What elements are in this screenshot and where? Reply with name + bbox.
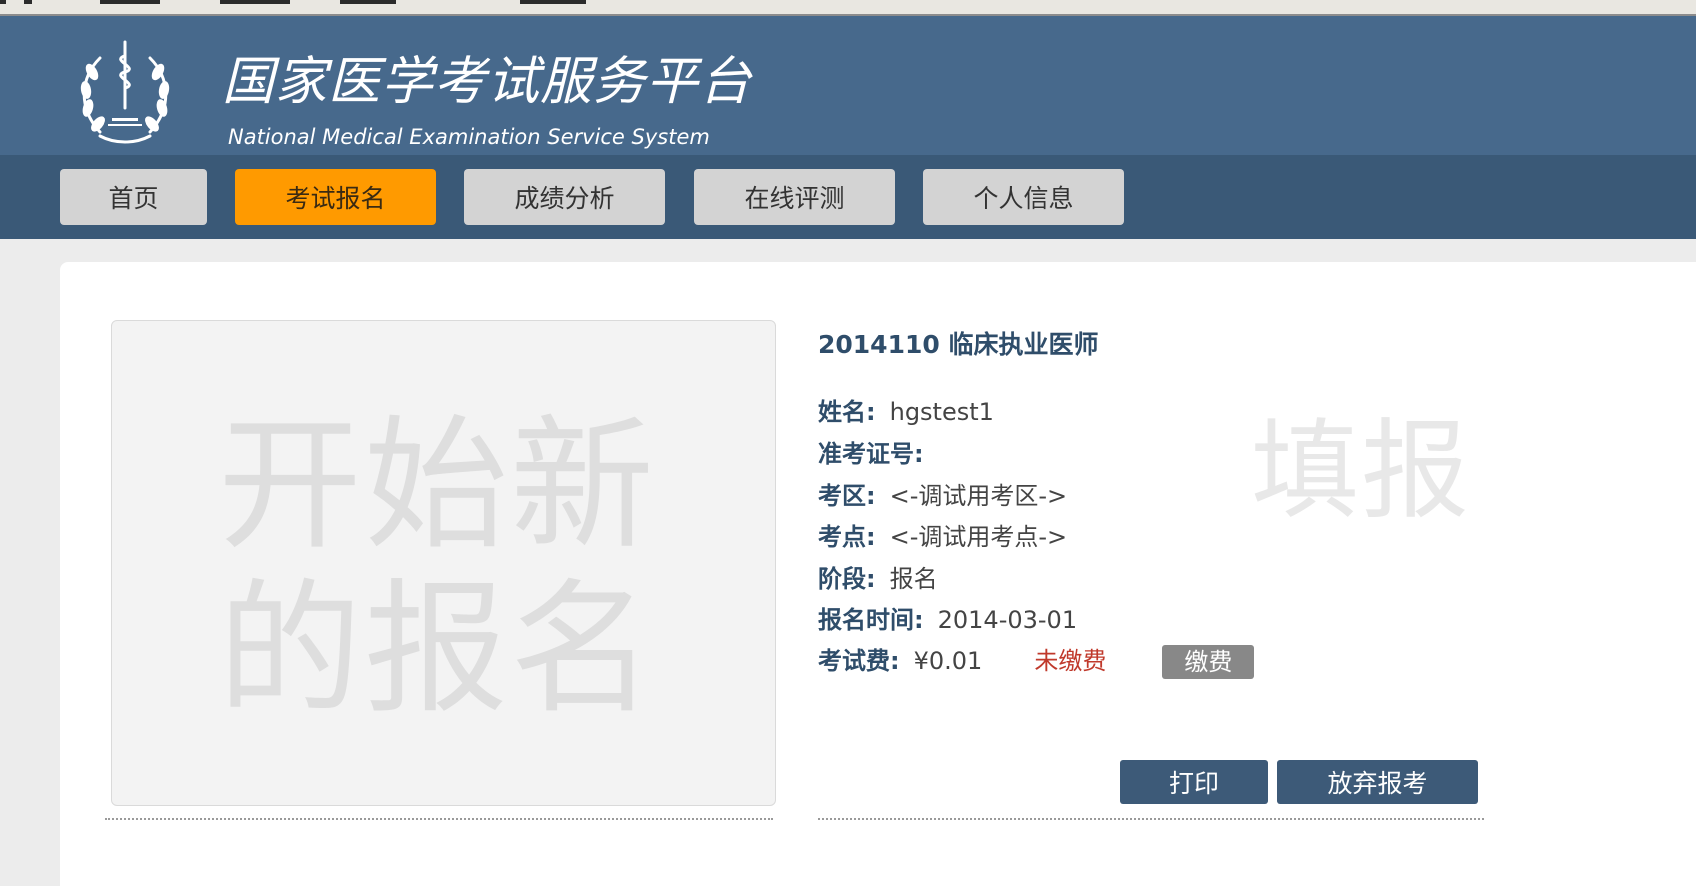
exam-site-label: 考点:	[818, 523, 876, 551]
exam-title: 2014110 临床执业医师	[818, 330, 1099, 359]
divider-right	[818, 818, 1484, 820]
info-row-name: 姓名: hgstest1	[818, 394, 994, 430]
info-row-time: 报名时间: 2014-03-01	[818, 602, 1077, 638]
info-row-stage: 阶段: 报名	[818, 561, 938, 597]
info-row-ticket: 准考证号:	[818, 436, 938, 472]
info-row-site: 考点: <-调试用考点->	[818, 519, 1067, 555]
site-header: 国家医学考试服务平台 National Medical Examination …	[0, 16, 1696, 155]
exam-fee-value: ¥0.01	[913, 647, 983, 675]
main-nav: 首页 考试报名 成绩分析 在线评测 个人信息	[0, 155, 1696, 239]
registration-time-label: 报名时间:	[818, 606, 924, 634]
nav-exam-registration[interactable]: 考试报名	[235, 169, 436, 225]
stage-value: 报名	[889, 565, 938, 593]
nav-score-analysis[interactable]: 成绩分析	[464, 169, 665, 225]
nav-online-assessment[interactable]: 在线评测	[694, 169, 895, 225]
browser-toolbar-strip	[0, 0, 1696, 16]
print-button[interactable]: 打印	[1120, 760, 1268, 804]
stage-watermark: 填报	[1251, 409, 1472, 534]
new-registration-label: 开始新的报名	[218, 401, 657, 733]
new-registration-card[interactable]: 开始新的报名	[111, 320, 776, 806]
name-value: hgstest1	[889, 398, 994, 426]
ticket-number-label: 准考证号:	[818, 440, 924, 468]
site-title: 国家医学考试服务平台	[222, 52, 753, 112]
name-label: 姓名:	[818, 398, 876, 426]
registration-time-value: 2014-03-01	[937, 606, 1078, 634]
exam-site-value: <-调试用考点->	[889, 523, 1068, 551]
info-row-fee: 考试费: ¥0.01 未缴费 缴费	[818, 643, 1255, 679]
nav-personal-info[interactable]: 个人信息	[923, 169, 1124, 225]
site-subtitle: National Medical Examination Service Sys…	[228, 125, 710, 149]
nav-home[interactable]: 首页	[60, 169, 207, 225]
nmec-laurel-logo-icon	[80, 40, 170, 144]
info-row-area: 考区: <-调试用考区->	[818, 478, 1067, 514]
exam-fee-label: 考试费:	[818, 647, 900, 675]
divider-left	[105, 818, 773, 820]
abandon-registration-button[interactable]: 放弃报考	[1277, 760, 1478, 804]
payment-status: 未缴费	[1034, 647, 1107, 675]
exam-area-value: <-调试用考区->	[889, 482, 1068, 510]
pay-button[interactable]: 缴费	[1162, 645, 1255, 679]
registration-panel: 开始新的报名 填报 2014110 临床执业医师 姓名: hgstest1 准考证…	[60, 262, 1696, 886]
stage-label: 阶段:	[818, 565, 876, 593]
exam-area-label: 考区:	[818, 482, 876, 510]
